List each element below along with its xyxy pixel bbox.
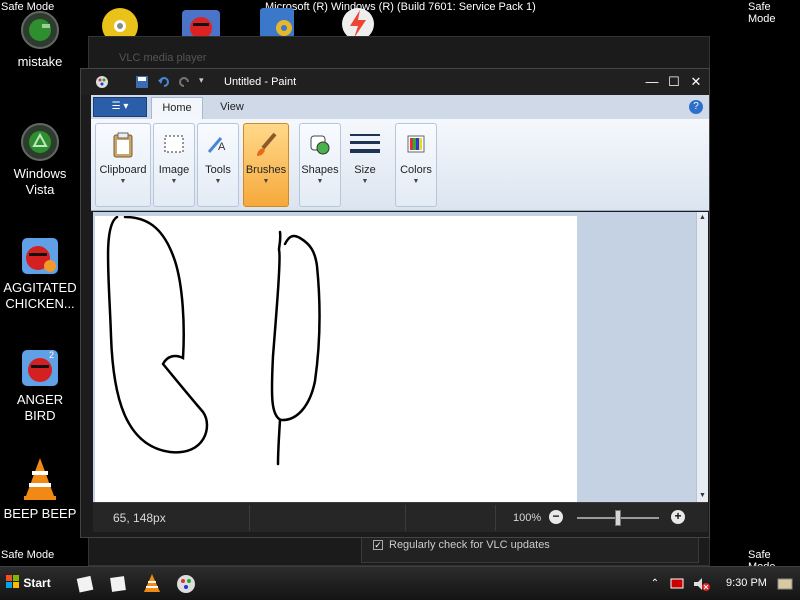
group-label: Colors bbox=[400, 164, 432, 176]
drawing-canvas[interactable] bbox=[95, 215, 577, 502]
ribbon-group-clipboard[interactable]: Clipboard ▼ bbox=[95, 123, 151, 207]
checkbox[interactable]: ✓ bbox=[373, 540, 383, 550]
show-hidden-icons-icon[interactable]: ⌃ bbox=[648, 572, 662, 596]
angry-bird-icon bbox=[20, 236, 60, 276]
taskbar: Start ⌃ 9:30 PM bbox=[0, 566, 800, 600]
minimize-button[interactable]: — bbox=[641, 75, 663, 91]
group-label: Brushes bbox=[245, 164, 287, 176]
action-center-flag-icon[interactable] bbox=[668, 572, 686, 596]
windows-logo-icon bbox=[6, 573, 20, 588]
help-icon[interactable]: ? bbox=[689, 100, 703, 114]
desktop-icon-label: Windows Vista bbox=[13, 166, 67, 197]
chevron-down-icon: ▼ bbox=[316, 178, 324, 185]
tab-home[interactable]: Home bbox=[151, 97, 203, 119]
windows-build-label: Microsoft (R) Windows (R) (Build 7601: S… bbox=[265, 1, 536, 13]
undo-icon[interactable] bbox=[157, 75, 171, 89]
zoom-out-button[interactable]: − bbox=[549, 510, 563, 524]
desktop-icon-label: BEEP BEEP bbox=[3, 506, 77, 521]
desktop-icon-anger-bird[interactable]: 2 ANGER BIRD bbox=[0, 348, 80, 424]
status-bar: 65, 148px 100% − + bbox=[93, 502, 708, 532]
zoom-in-button[interactable]: + bbox=[671, 510, 685, 524]
color-palette-icon bbox=[401, 130, 431, 160]
desktop-icon-aggitated-chicken[interactable]: AGGITATED CHICKEN... bbox=[0, 236, 80, 312]
scroll-up-icon[interactable]: ▲ bbox=[697, 212, 708, 224]
drawing-strokes bbox=[106, 215, 321, 466]
select-image-icon bbox=[159, 130, 189, 160]
vertical-scrollbar[interactable]: ▲ ▼ bbox=[696, 212, 708, 502]
green-orb-icon bbox=[20, 10, 60, 50]
ribbon-group-brushes[interactable]: Brushes ▼ bbox=[243, 123, 289, 207]
recycle-icon bbox=[20, 122, 60, 162]
vlc-cone-icon bbox=[20, 456, 60, 502]
desktop-icon-label: ANGER BIRD bbox=[16, 392, 64, 423]
svg-text:2: 2 bbox=[49, 350, 54, 360]
vlc-update-label: Regularly check for VLC updates bbox=[389, 539, 550, 551]
shapes-icon bbox=[305, 130, 335, 160]
cursor-coordinates: 65, 148px bbox=[113, 511, 166, 525]
show-desktop-icon[interactable] bbox=[776, 572, 794, 596]
ribbon-group-colors[interactable]: Colors ▼ bbox=[395, 123, 437, 207]
taskbar-clock[interactable]: 9:30 PM bbox=[726, 577, 767, 589]
zoom-level: 100% bbox=[513, 512, 542, 524]
chevron-down-icon: ▼ bbox=[361, 178, 369, 185]
paint-menu-button[interactable]: ☰ ▾ bbox=[93, 97, 147, 117]
quick-access-dropdown-icon[interactable]: ▾ bbox=[199, 75, 213, 89]
line-size-icon bbox=[350, 130, 380, 160]
status-divider bbox=[495, 505, 496, 531]
start-button[interactable]: Start bbox=[2, 571, 52, 595]
status-divider bbox=[405, 505, 406, 531]
desktop-icon-label: mistake bbox=[17, 54, 63, 69]
redo-icon[interactable] bbox=[177, 75, 191, 89]
paint-title: Untitled - Paint bbox=[224, 76, 297, 88]
volume-muted-icon[interactable] bbox=[692, 572, 710, 596]
ribbon-group-image[interactable]: Image ▼ bbox=[153, 123, 195, 207]
clipboard-icon bbox=[108, 130, 138, 160]
desktop-icon-beep-beep[interactable]: BEEP BEEP bbox=[0, 456, 80, 522]
paint-window: ▾ Untitled - Paint — ☐ ✕ ☰ ▾ Home View ?… bbox=[80, 68, 710, 538]
status-divider bbox=[249, 505, 250, 531]
group-label: Clipboard bbox=[99, 164, 147, 176]
chevron-down-icon: ▼ bbox=[214, 178, 222, 185]
group-label: Size bbox=[354, 164, 376, 176]
desktop-icon-label: AGGITATED CHICKEN... bbox=[3, 280, 77, 311]
chevron-down-icon: ▼ bbox=[412, 178, 420, 185]
group-label: Image bbox=[158, 164, 190, 176]
zoom-slider-thumb[interactable] bbox=[615, 510, 621, 526]
group-label: Tools bbox=[205, 164, 231, 176]
ribbon: Clipboard ▼ Image ▼ A Tools ▼ Brushes ▼ … bbox=[91, 119, 709, 211]
notepad-icon[interactable] bbox=[106, 572, 130, 596]
scroll-down-icon[interactable]: ▼ bbox=[697, 490, 708, 502]
chevron-down-icon: ▼ bbox=[262, 178, 270, 185]
chevron-down-icon: ▼ bbox=[170, 178, 178, 185]
paint-titlebar[interactable]: ▾ Untitled - Paint — ☐ ✕ bbox=[81, 69, 709, 95]
ribbon-group-shapes[interactable]: Shapes ▼ bbox=[299, 123, 341, 207]
paint-icon[interactable] bbox=[174, 572, 198, 596]
vlc-title: VLC media player bbox=[119, 52, 207, 64]
close-button[interactable]: ✕ bbox=[685, 75, 707, 91]
angry-bird-icon: 2 bbox=[20, 348, 60, 388]
desktop-icon-windows-vista[interactable]: Windows Vista bbox=[0, 122, 80, 198]
ribbon-group-size[interactable]: Size ▼ bbox=[343, 123, 387, 207]
save-icon[interactable] bbox=[135, 75, 149, 89]
tools-icon: A bbox=[203, 130, 233, 160]
vlc-update-check[interactable]: ✓ Regularly check for VLC updates bbox=[373, 539, 550, 551]
group-label: Shapes bbox=[301, 164, 339, 176]
safe-mode-label: Safe Mode bbox=[748, 1, 776, 25]
desktop: Safe Mode Safe Mode Safe Mode Safe Mode … bbox=[0, 0, 800, 600]
ribbon-tabs: ☰ ▾ Home View ? bbox=[91, 95, 709, 119]
brush-icon bbox=[251, 130, 281, 160]
safe-mode-label: Safe Mode bbox=[1, 549, 55, 561]
notepad-icon[interactable] bbox=[74, 572, 98, 596]
svg-text:A: A bbox=[218, 141, 226, 153]
tab-view[interactable]: View bbox=[209, 97, 255, 119]
chevron-down-icon: ▼ bbox=[119, 178, 127, 185]
ribbon-group-tools[interactable]: A Tools ▼ bbox=[197, 123, 239, 207]
desktop-icon-mistake[interactable]: mistake bbox=[0, 10, 80, 70]
maximize-button[interactable]: ☐ bbox=[663, 75, 685, 91]
start-label: Start bbox=[23, 576, 51, 590]
vlc-cone-icon[interactable] bbox=[140, 572, 164, 596]
canvas-area bbox=[93, 212, 696, 502]
paint-app-icon[interactable] bbox=[95, 75, 109, 89]
